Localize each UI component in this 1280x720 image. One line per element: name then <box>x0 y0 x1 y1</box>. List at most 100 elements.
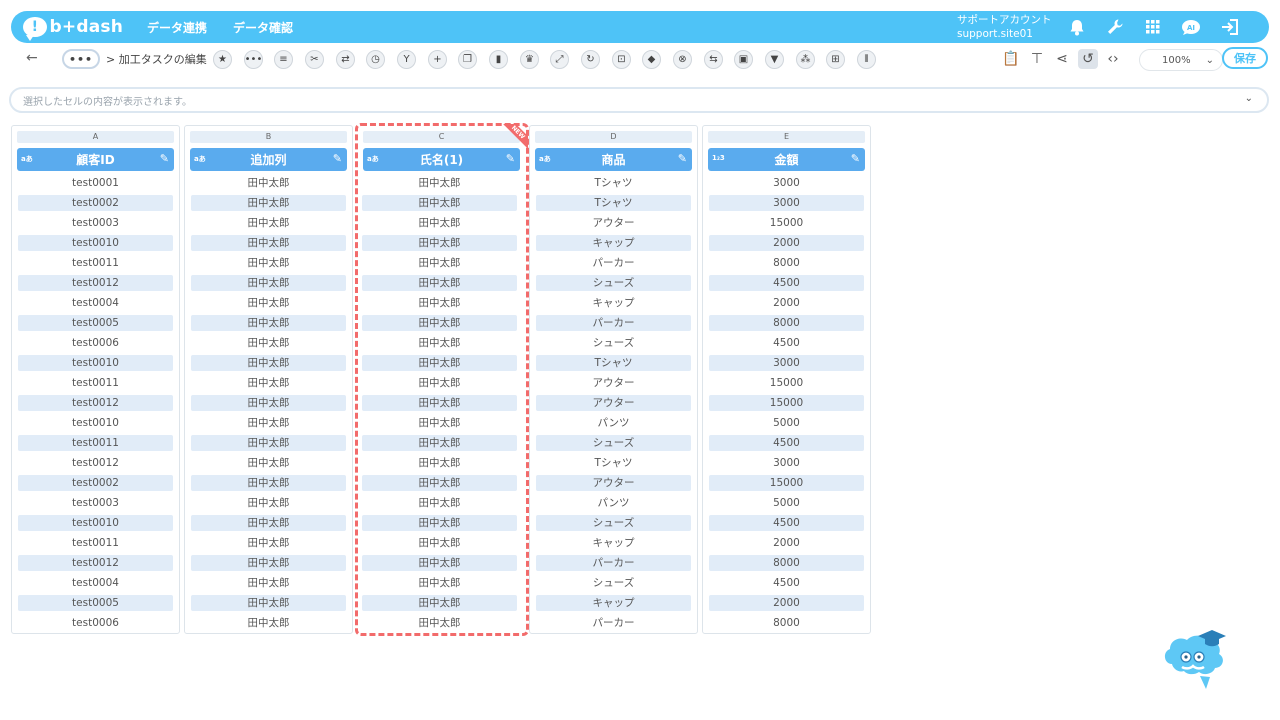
table-cell[interactable]: 田中太郎 <box>362 455 517 471</box>
table-cell[interactable]: test0012 <box>18 455 173 471</box>
arrow-left-icon[interactable]: ← <box>26 50 38 66</box>
table-cell[interactable]: 田中太郎 <box>362 555 517 571</box>
clipboard-icon[interactable]: 📋 <box>1001 49 1021 69</box>
branch-icon[interactable]: Y <box>397 50 416 69</box>
table-cell[interactable]: 田中太郎 <box>191 195 346 211</box>
table-cell[interactable]: test0012 <box>18 275 173 291</box>
column-header[interactable]: aあ 氏名(1) ✎ <box>363 148 520 171</box>
table-cell[interactable]: test0010 <box>18 355 173 371</box>
column-letter[interactable]: D <box>535 131 692 143</box>
table-cell[interactable]: 15000 <box>709 475 864 491</box>
table-cell[interactable]: 田中太郎 <box>362 355 517 371</box>
more-icon[interactable]: ••• <box>244 50 263 69</box>
table-cell[interactable]: test0002 <box>18 475 173 491</box>
table-cell[interactable]: 田中太郎 <box>191 475 346 491</box>
table-cell[interactable]: test0006 <box>18 335 173 351</box>
table-cell[interactable]: キャップ <box>536 535 691 551</box>
table-cell[interactable]: 4500 <box>709 435 864 451</box>
table-cell[interactable]: アウター <box>536 375 691 391</box>
table-cell[interactable]: Tシャツ <box>536 195 691 211</box>
table-cell[interactable]: 4500 <box>709 335 864 351</box>
table-cell[interactable]: 田中太郎 <box>362 215 517 231</box>
table-cell[interactable]: パーカー <box>536 615 691 631</box>
table-cell[interactable]: test0011 <box>18 255 173 271</box>
refresh-icon[interactable]: ↻ <box>581 50 600 69</box>
table-cell[interactable]: Tシャツ <box>536 175 691 191</box>
table-cell[interactable]: 5000 <box>709 495 864 511</box>
table-cell[interactable]: 4500 <box>709 275 864 291</box>
table-cell[interactable]: 田中太郎 <box>362 435 517 451</box>
table-cell[interactable]: test0011 <box>18 535 173 551</box>
table-cell[interactable]: 田中太郎 <box>191 515 346 531</box>
pencil-icon[interactable]: ✎ <box>333 152 342 165</box>
table-cell[interactable]: test0006 <box>18 615 173 631</box>
table-cell[interactable]: 田中太郎 <box>362 275 517 291</box>
table-cell[interactable]: 田中太郎 <box>191 595 346 611</box>
list-icon[interactable]: ≡ <box>274 50 293 69</box>
wrench-icon[interactable] <box>1104 17 1126 37</box>
table-cell[interactable]: 田中太郎 <box>362 615 517 631</box>
table-cell[interactable]: test0005 <box>18 595 173 611</box>
table-cell[interactable]: 田中太郎 <box>362 375 517 391</box>
pencil-icon[interactable]: ✎ <box>506 152 515 165</box>
save-button[interactable]: 保存 <box>1222 47 1268 69</box>
table-cell[interactable]: test0003 <box>18 215 173 231</box>
table-cell[interactable]: 田中太郎 <box>362 575 517 591</box>
group-icon[interactable]: ⁂ <box>796 50 815 69</box>
pencil-icon[interactable]: ✎ <box>851 152 860 165</box>
table-cell[interactable]: 田中太郎 <box>362 515 517 531</box>
table-cell[interactable]: test0002 <box>18 195 173 211</box>
plus-icon[interactable]: + <box>428 50 447 69</box>
table-cell[interactable]: 15000 <box>709 215 864 231</box>
table-cell[interactable]: test0012 <box>18 395 173 411</box>
table-cell[interactable]: アウター <box>536 395 691 411</box>
table-cell[interactable]: パンツ <box>536 495 691 511</box>
table-cell[interactable]: Tシャツ <box>536 455 691 471</box>
history-icon[interactable]: ↺ <box>1078 49 1098 69</box>
pencil-icon[interactable]: ✎ <box>160 152 169 165</box>
table-cell[interactable]: 8000 <box>709 555 864 571</box>
table-cell[interactable]: シューズ <box>536 575 691 591</box>
table-cell[interactable]: 田中太郎 <box>191 455 346 471</box>
table-cell[interactable]: キャップ <box>536 295 691 311</box>
table-cell[interactable]: test0005 <box>18 315 173 331</box>
table-cell[interactable]: シューズ <box>536 335 691 351</box>
table-cell[interactable]: 5000 <box>709 415 864 431</box>
zoom-select[interactable]: 100% ⌄ <box>1139 49 1223 71</box>
table-cell[interactable]: 2000 <box>709 535 864 551</box>
table-cell[interactable]: 2000 <box>709 235 864 251</box>
bell-icon[interactable] <box>1066 17 1088 37</box>
table-cell[interactable]: 2000 <box>709 595 864 611</box>
table-cell[interactable]: 田中太郎 <box>362 295 517 311</box>
column-letter[interactable]: E <box>708 131 865 143</box>
column-c[interactable]: Caあ 氏名(1) ✎ NEW 田中太郎 田中太郎 田中太郎 田中太郎 田中太郎 田中太郎 田中太郎… <box>355 123 529 636</box>
column-b[interactable]: Baあ 追加列 ✎ 田中太郎 田中太郎 田中太郎 田中太郎 田中太郎 田中太郎 田中太郎 田中太郎田… <box>184 125 353 634</box>
table-cell[interactable]: 田中太郎 <box>191 535 346 551</box>
table-cell[interactable]: 田中太郎 <box>191 215 346 231</box>
table-cell[interactable]: 2000 <box>709 295 864 311</box>
share-icon[interactable]: ⋖ <box>1052 49 1072 69</box>
column-letter[interactable]: B <box>190 131 347 143</box>
star-icon[interactable]: ★ <box>213 50 232 69</box>
table-cell[interactable]: 田中太郎 <box>191 255 346 271</box>
table-cell[interactable]: 田中太郎 <box>191 175 346 191</box>
table-cell[interactable]: test0010 <box>18 415 173 431</box>
table-cell[interactable]: 3000 <box>709 195 864 211</box>
exchange-icon[interactable]: ⇆ <box>704 50 723 69</box>
table-cell[interactable]: 田中太郎 <box>362 395 517 411</box>
table-cell[interactable]: 田中太郎 <box>191 315 346 331</box>
column-letter[interactable]: A <box>17 131 174 143</box>
more-options-button[interactable]: ••• <box>62 49 100 69</box>
cancel-icon[interactable]: ⊗ <box>673 50 692 69</box>
table-cell[interactable]: 田中太郎 <box>362 315 517 331</box>
column-letter[interactable]: C <box>363 131 520 143</box>
trash-icon[interactable]: ▮ <box>489 50 508 69</box>
table-cell[interactable]: 田中太郎 <box>362 535 517 551</box>
crown-icon[interactable]: ♛ <box>520 50 539 69</box>
table-cell[interactable]: シューズ <box>536 275 691 291</box>
table-cell[interactable]: 田中太郎 <box>191 555 346 571</box>
chevron-down-icon[interactable]: ⌄ <box>1245 93 1253 104</box>
table-cell[interactable]: 田中太郎 <box>191 355 346 371</box>
table-cell[interactable]: パーカー <box>536 555 691 571</box>
table-cell[interactable]: test0004 <box>18 575 173 591</box>
